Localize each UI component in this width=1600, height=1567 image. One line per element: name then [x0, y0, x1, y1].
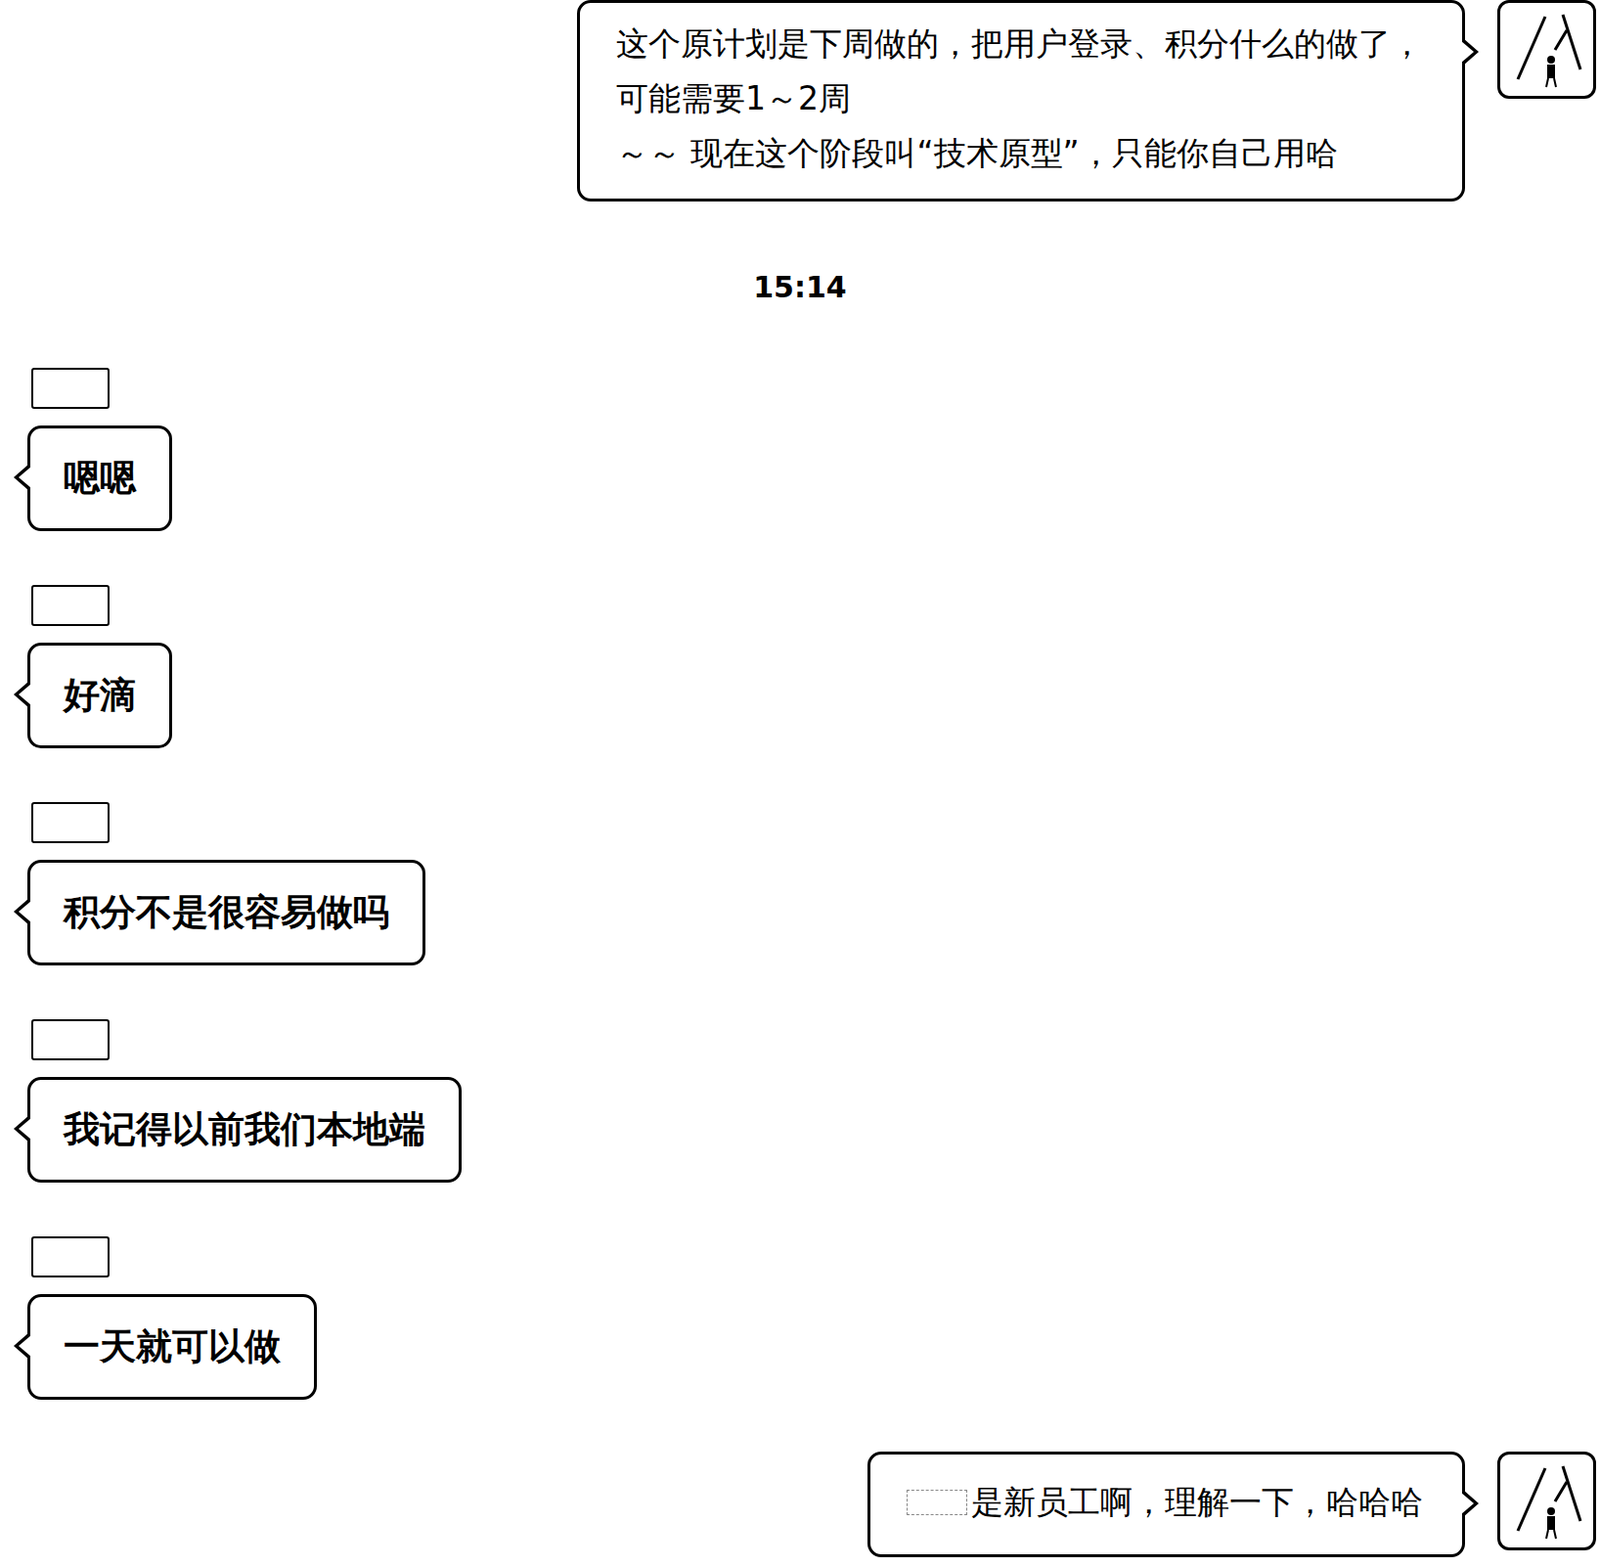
- message-right: 这个原计划是下周做的，把用户登录、积分什么的做了，可能需要1～2周～～ 现在这个…: [0, 0, 1600, 202]
- message-text: 好滴: [63, 667, 136, 723]
- message-text: 这个原计划是下周做的，把用户登录、积分什么的做了，: [616, 16, 1423, 72]
- avatar[interactable]: [1497, 1451, 1597, 1551]
- message-bubble[interactable]: 一天就可以做: [27, 1293, 317, 1400]
- message-bubble[interactable]: 积分不是很容易做吗: [27, 859, 426, 966]
- message-text: 嗯嗯: [63, 450, 136, 506]
- person-icon: [1508, 10, 1587, 89]
- redacted-name: [906, 1489, 968, 1515]
- message-text: 一天就可以做: [63, 1319, 281, 1375]
- sender-name: [31, 1236, 110, 1278]
- message-bubble[interactable]: 嗯嗯: [27, 425, 173, 532]
- message-bubble[interactable]: 好滴: [27, 642, 173, 749]
- message-right: 是新员工啊，理解一下，哈哈哈: [0, 1451, 1600, 1557]
- chat-page: 这个原计划是下周做的，把用户登录、积分什么的做了，可能需要1～2周～～ 现在这个…: [0, 0, 1600, 1567]
- message-bubble[interactable]: 我记得以前我们本地端: [27, 1076, 462, 1183]
- message-text: ～～ 现在这个阶段叫“技术原型”，只能你自己用哈: [616, 126, 1423, 181]
- message-left: 积分不是很容易做吗: [0, 801, 1600, 966]
- message-left: 好滴: [0, 584, 1600, 749]
- message-text: 是新员工啊，理解一下，哈哈哈: [906, 1474, 1423, 1530]
- avatar[interactable]: [1497, 0, 1597, 99]
- message-text: 我记得以前我们本地端: [63, 1102, 426, 1157]
- message-left: 嗯嗯: [0, 367, 1600, 532]
- message-text: 可能需要1～2周: [616, 71, 1423, 127]
- person-icon: [1508, 1462, 1587, 1541]
- message-bubble[interactable]: 是新员工啊，理解一下，哈哈哈: [867, 1451, 1466, 1557]
- timestamp: 15:14: [753, 269, 847, 306]
- sender-name: [31, 1019, 110, 1061]
- message-bubble[interactable]: 这个原计划是下周做的，把用户登录、积分什么的做了，可能需要1～2周～～ 现在这个…: [577, 0, 1466, 202]
- sender-name: [31, 801, 110, 844]
- sender-name: [31, 367, 110, 409]
- message-text: 积分不是很容易做吗: [63, 885, 390, 940]
- message-left: 我记得以前我们本地端: [0, 1019, 1600, 1183]
- message-left: 一天就可以做: [0, 1236, 1600, 1400]
- sender-name: [31, 584, 110, 626]
